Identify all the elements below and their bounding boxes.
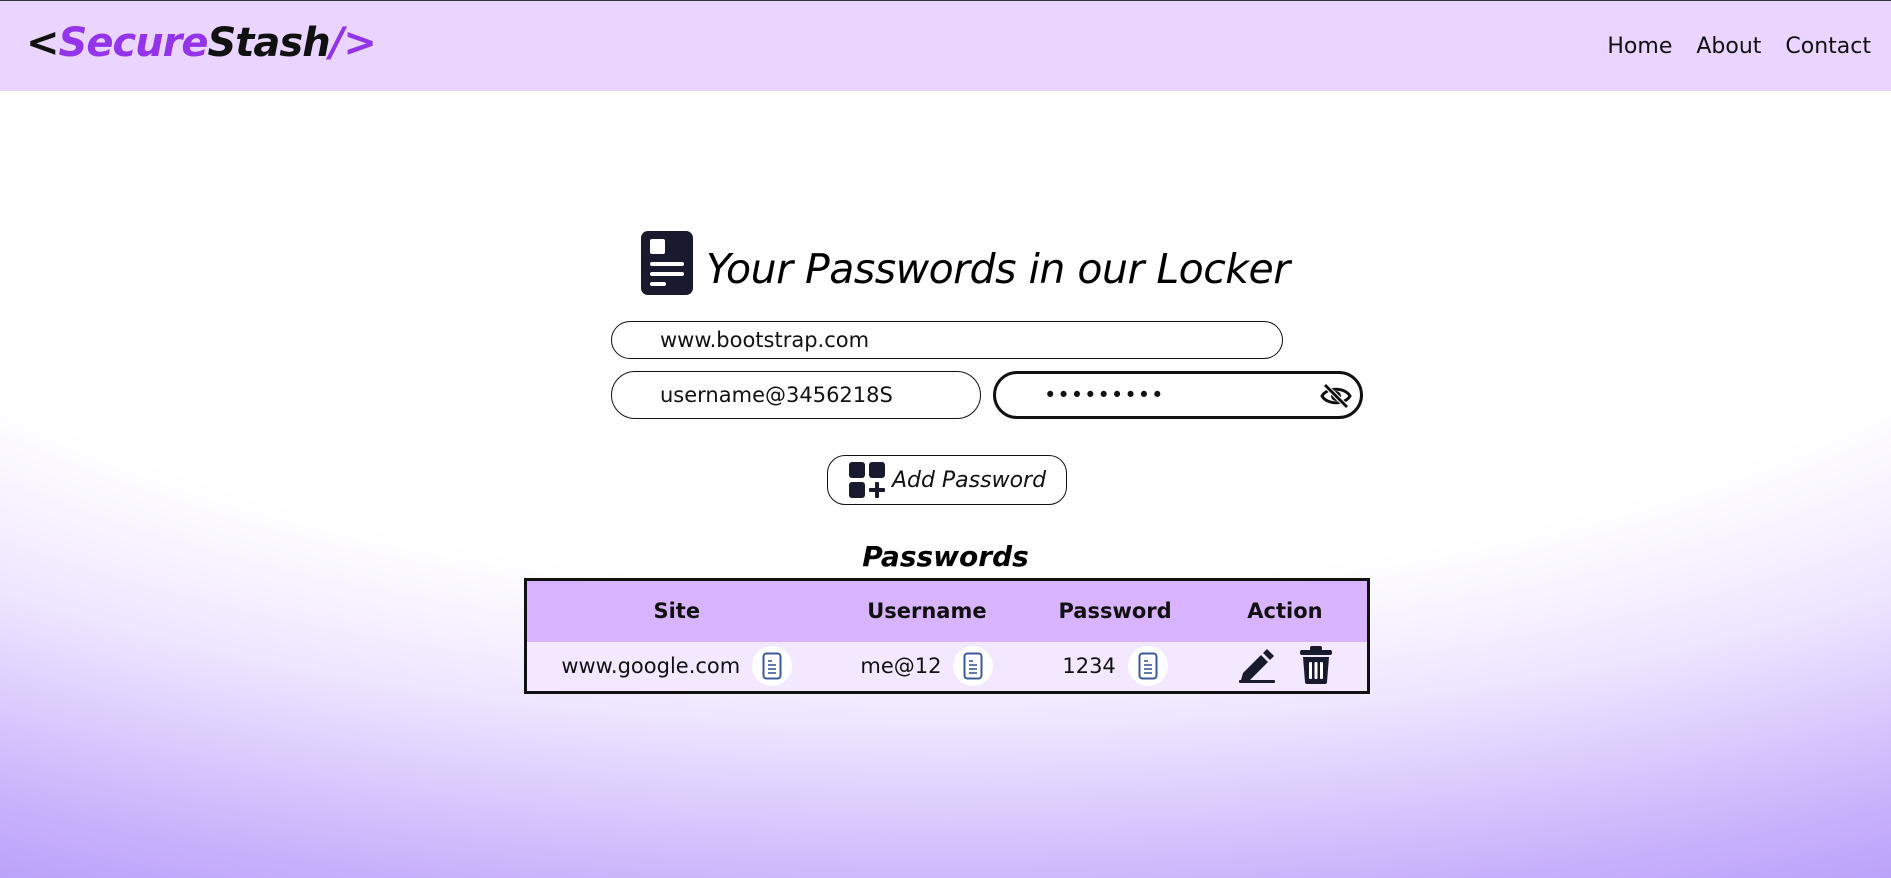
eye-slash-icon[interactable]	[1320, 382, 1352, 410]
column-header-password: Password	[1058, 599, 1172, 624]
grid-plus-icon	[848, 462, 885, 498]
copy-icon	[963, 652, 983, 680]
add-password-label: Add Password	[891, 467, 1047, 493]
action-cell	[1203, 642, 1369, 693]
copy-icon	[762, 652, 782, 680]
copy-icon	[1138, 652, 1158, 680]
table-header-row: Site Username Password Action	[525, 579, 1369, 642]
password-cell: 1234	[1027, 642, 1203, 693]
site-cell: www.google.com	[526, 642, 827, 693]
column-header-username: Username	[867, 599, 987, 624]
nav-link-contact[interactable]: Contact	[1785, 34, 1871, 59]
logo-stash: Stash	[207, 20, 331, 66]
column-header-site: Site	[653, 599, 701, 624]
passwords-table: Site Username Password Action www.google…	[524, 578, 1370, 694]
table-row: www.google.com me@12 1234	[525, 641, 1369, 693]
add-password-button[interactable]: Add Password	[827, 455, 1067, 505]
username-value: me@12	[860, 654, 942, 679]
trash-icon[interactable]	[1299, 645, 1333, 685]
copy-password-button[interactable]	[1127, 646, 1168, 687]
logo-slash: /	[329, 20, 345, 66]
logo-open-bracket: <	[26, 20, 60, 66]
site-value: www.google.com	[561, 654, 741, 679]
password-value: 1234	[1062, 654, 1116, 679]
column-header-action: Action	[1247, 599, 1323, 624]
navbar: <SecureStash/> Home About Contact	[0, 0, 1891, 91]
edit-icon[interactable]	[1237, 647, 1277, 683]
copy-site-button[interactable]	[752, 646, 793, 687]
password-field	[993, 371, 1363, 419]
page-heading: Your Passwords in our Locker	[640, 216, 1290, 296]
site-input[interactable]	[611, 321, 1283, 359]
nav-link-about[interactable]: About	[1696, 34, 1761, 59]
nav-link-home[interactable]: Home	[1607, 34, 1672, 59]
password-input[interactable]	[996, 374, 1306, 416]
username-cell: me@12	[827, 642, 1028, 693]
nav-links: Home About Contact	[1607, 34, 1871, 59]
passwords-heading: Passwords	[862, 540, 1029, 573]
page-title: Your Passwords in our Locker	[706, 245, 1290, 293]
copy-username-button[interactable]	[953, 646, 994, 687]
logo-close-bracket: >	[343, 20, 377, 66]
logo-secure: Secure	[58, 20, 209, 66]
username-input[interactable]	[611, 371, 981, 419]
logo[interactable]: <SecureStash/>	[26, 20, 377, 66]
document-icon	[641, 231, 693, 295]
